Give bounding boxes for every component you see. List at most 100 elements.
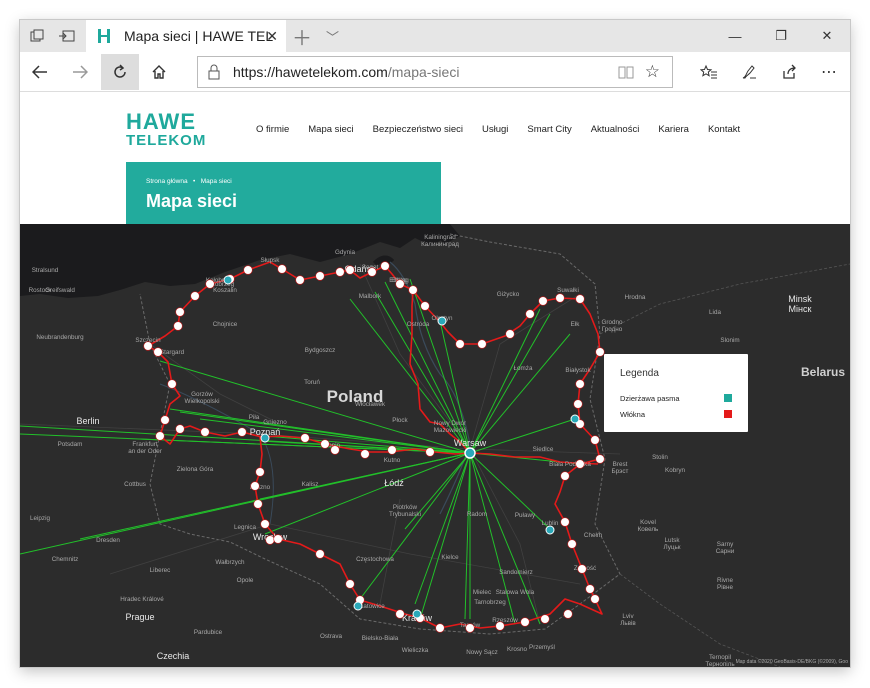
lease-hub-node[interactable] [545, 525, 555, 535]
lease-hub-node[interactable] [223, 275, 233, 285]
lease-hub-node[interactable] [437, 316, 447, 326]
network-node[interactable] [455, 339, 465, 349]
map-canvas[interactable]: PolandBelarusBerlinPoznańŁódźWarsawKrakó… [20, 224, 850, 667]
nav-o-firmie[interactable]: O firmie [256, 124, 289, 135]
network-node[interactable] [200, 427, 210, 437]
network-node[interactable] [173, 321, 183, 331]
refresh-icon[interactable] [101, 54, 139, 90]
network-node[interactable] [315, 549, 325, 559]
nav-aktualnosci[interactable]: Aktualności [591, 124, 640, 135]
network-node[interactable] [265, 535, 275, 545]
site-logo[interactable]: HAWE TELEKOM [126, 111, 206, 149]
more-menu-icon[interactable]: ⋯ [810, 54, 848, 90]
forward-icon[interactable] [61, 54, 99, 90]
network-node[interactable] [590, 435, 600, 445]
network-node[interactable] [395, 609, 405, 619]
network-node[interactable] [335, 267, 345, 277]
tab-preview-chevron-icon[interactable]: ﹀ [326, 20, 339, 52]
network-node[interactable] [175, 307, 185, 317]
network-node[interactable] [260, 519, 270, 529]
set-tabs-aside-icon[interactable] [52, 20, 82, 52]
network-node[interactable] [465, 623, 475, 633]
share-icon[interactable] [770, 54, 808, 90]
close-window-icon[interactable]: ✕ [804, 20, 850, 52]
network-node[interactable] [567, 539, 577, 549]
network-node[interactable] [153, 347, 163, 357]
network-node[interactable] [585, 584, 595, 594]
network-node[interactable] [237, 427, 247, 437]
minimize-icon[interactable]: — [712, 20, 758, 52]
network-node[interactable] [435, 623, 445, 633]
network-node[interactable] [190, 291, 200, 301]
breadcrumb-home[interactable]: Strona główna [146, 178, 188, 185]
network-node[interactable] [540, 614, 550, 624]
network-node[interactable] [277, 264, 287, 274]
network-node[interactable] [505, 329, 515, 339]
network-node[interactable] [425, 447, 435, 457]
network-node[interactable] [408, 285, 418, 295]
network-node[interactable] [495, 621, 505, 631]
network-node[interactable] [345, 579, 355, 589]
network-node[interactable] [380, 261, 390, 271]
back-icon[interactable] [21, 54, 59, 90]
nav-uslugi[interactable]: Usługi [482, 124, 508, 135]
network-node[interactable] [255, 467, 265, 477]
network-node[interactable] [253, 499, 263, 509]
network-node[interactable] [395, 279, 405, 289]
active-tab[interactable]: Mapa sieci | HAWE TELE ✕ [86, 20, 286, 52]
address-bar[interactable]: https://hawetelekom.com/mapa-sieci ☆ [197, 56, 673, 88]
network-node[interactable] [320, 439, 330, 449]
network-node[interactable] [590, 594, 600, 604]
lease-hub-node[interactable] [412, 609, 422, 619]
network-node[interactable] [273, 534, 283, 544]
network-node[interactable] [595, 347, 605, 357]
network-node[interactable] [175, 424, 185, 434]
favorites-list-icon[interactable] [690, 54, 728, 90]
network-node[interactable] [575, 294, 585, 304]
network-node[interactable] [160, 415, 170, 425]
lease-hub-node[interactable] [260, 433, 270, 443]
nav-bezpieczenstwo[interactable]: Bezpieczeństwo sieci [373, 124, 463, 135]
nav-mapa-sieci[interactable]: Mapa sieci [308, 124, 353, 135]
network-node[interactable] [367, 267, 377, 277]
network-node[interactable] [525, 309, 535, 319]
network-map[interactable]: PolandBelarusBerlinPoznańŁódźWarsawKrakó… [20, 224, 850, 667]
new-tab-icon[interactable]: ＋ [292, 20, 312, 52]
network-node[interactable] [577, 564, 587, 574]
network-node[interactable] [205, 279, 215, 289]
close-tab-icon[interactable]: ✕ [266, 28, 278, 45]
network-node[interactable] [520, 617, 530, 627]
nav-kontakt[interactable]: Kontakt [708, 124, 740, 135]
network-node[interactable] [315, 271, 325, 281]
network-node[interactable] [560, 517, 570, 527]
warsaw-hub-node[interactable] [464, 447, 476, 459]
network-node[interactable] [360, 449, 370, 459]
network-node[interactable] [295, 275, 305, 285]
network-node[interactable] [555, 293, 565, 303]
network-node[interactable] [575, 459, 585, 469]
home-icon[interactable] [140, 54, 178, 90]
network-node[interactable] [477, 339, 487, 349]
network-node[interactable] [420, 301, 430, 311]
favorite-star-icon[interactable]: ☆ [645, 62, 660, 82]
network-node[interactable] [538, 296, 548, 306]
network-node[interactable] [243, 265, 253, 275]
network-node[interactable] [563, 609, 573, 619]
reading-view-icon[interactable] [618, 64, 634, 80]
network-node[interactable] [575, 379, 585, 389]
network-node[interactable] [155, 431, 165, 441]
network-node[interactable] [300, 433, 310, 443]
network-node[interactable] [250, 481, 260, 491]
tab-actions-icon[interactable] [22, 20, 52, 52]
lease-hub-node[interactable] [570, 414, 580, 424]
network-node[interactable] [167, 379, 177, 389]
nav-kariera[interactable]: Kariera [658, 124, 689, 135]
lease-hub-node[interactable] [353, 601, 363, 611]
network-node[interactable] [573, 399, 583, 409]
network-node[interactable] [330, 445, 340, 455]
network-node[interactable] [143, 341, 153, 351]
network-node[interactable] [345, 265, 355, 275]
nav-smart-city[interactable]: Smart City [527, 124, 571, 135]
network-node[interactable] [595, 454, 605, 464]
network-node[interactable] [387, 445, 397, 455]
